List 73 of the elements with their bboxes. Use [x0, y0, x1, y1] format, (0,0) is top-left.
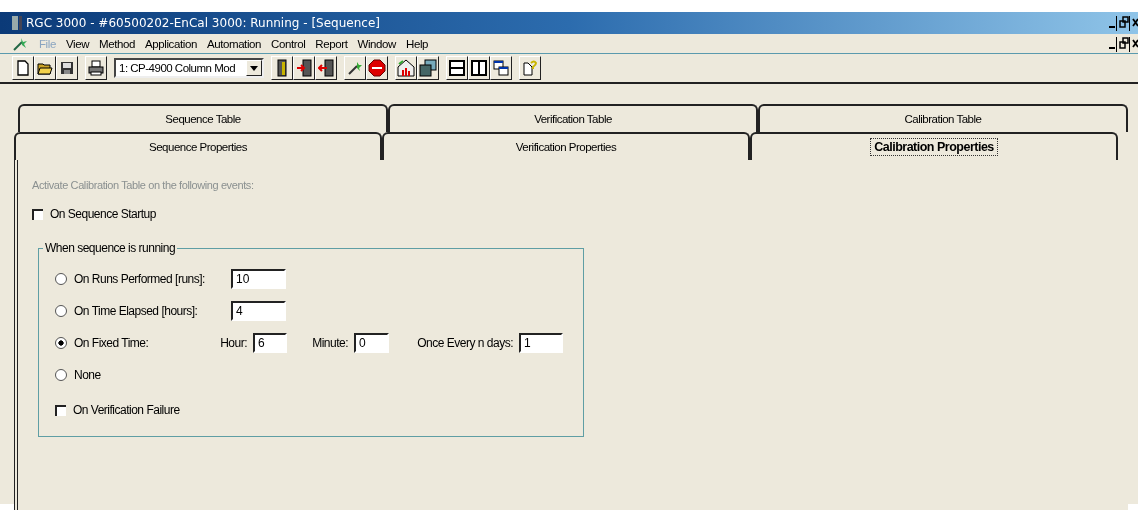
dropdown-arrow-icon [250, 65, 258, 71]
split-vertical-icon [471, 60, 487, 76]
radio-button[interactable] [55, 369, 67, 381]
split-vertical-button[interactable] [468, 56, 490, 80]
option-label: On Runs Performed [runs]: [74, 272, 206, 286]
tab[interactable]: Verification Table [388, 104, 758, 132]
building-chart-button[interactable] [395, 56, 417, 80]
cabinet-button[interactable] [417, 56, 439, 80]
door-enter-button[interactable] [293, 56, 315, 80]
input-field[interactable]: 1 [519, 333, 563, 353]
field-label: Minute: [311, 336, 349, 350]
tab[interactable]: Verification Properties [382, 132, 750, 160]
split-horizontal-button[interactable] [446, 56, 468, 80]
document-icon [16, 60, 30, 76]
new-document-button[interactable] [12, 56, 34, 80]
help-pointer-button[interactable] [519, 56, 541, 80]
door-icon [275, 59, 289, 77]
print-button[interactable] [85, 56, 107, 80]
field-label: Hour: [219, 336, 248, 350]
menu-item[interactable]: Control [266, 37, 311, 50]
restore-icon[interactable] [1119, 15, 1130, 31]
minimize-icon[interactable] [1108, 35, 1117, 52]
wand-icon [347, 60, 363, 76]
menu-item[interactable]: Help [401, 37, 434, 50]
checkbox[interactable] [32, 208, 43, 220]
radio-button[interactable] [55, 305, 67, 317]
door-arrow-icon [318, 59, 334, 77]
help-document-icon [522, 59, 538, 77]
verification-checkbox[interactable]: On Verification Failure [55, 403, 180, 417]
stop-sign-button[interactable] [366, 56, 388, 80]
app-icon [12, 15, 24, 31]
method-dropdown[interactable]: 1: CP-4900 Column Mod [114, 58, 264, 78]
radio-button[interactable] [55, 337, 67, 349]
cascade-windows-icon [493, 60, 509, 76]
tab[interactable]: Sequence Properties [14, 132, 382, 160]
tab[interactable]: Calibration Table [758, 104, 1128, 132]
menu-item[interactable]: View [60, 37, 95, 50]
window-title: RGC 3000 - #60500202-EnCal 3000: Running - [Sequence] [26, 16, 380, 30]
group-legend: When sequence is running [43, 241, 178, 255]
startup-checkbox[interactable]: On Sequence Startup [32, 207, 156, 221]
menu-item[interactable]: Method [94, 37, 141, 50]
save-button[interactable] [56, 56, 78, 80]
menu-item[interactable]: Automation [201, 37, 267, 50]
tab[interactable]: Sequence Table [18, 104, 388, 132]
open-folder-button[interactable] [34, 56, 56, 80]
stop-sign-icon [368, 59, 386, 77]
minimize-icon[interactable] [1108, 15, 1117, 31]
stacked-boxes-icon [419, 59, 437, 77]
folder-icon [37, 60, 53, 76]
field-label: Once Every n days: [416, 336, 514, 350]
input-field[interactable]: 0 [354, 333, 389, 353]
input-field[interactable]: 6 [253, 333, 287, 353]
door-exit-button[interactable] [315, 56, 337, 80]
instruction-text: Activate Calibration Table on the following events: [32, 179, 254, 191]
door-button[interactable] [271, 56, 293, 80]
menu-item[interactable]: Application [140, 37, 202, 50]
cascade-windows-button[interactable] [490, 56, 512, 80]
menu-item[interactable]: Report [310, 37, 353, 50]
input-field[interactable]: 4 [231, 301, 286, 321]
restore-icon[interactable] [1119, 35, 1130, 52]
option-label: None [74, 368, 101, 382]
door-arrow-icon [296, 59, 312, 77]
house-chart-icon [397, 59, 415, 77]
wand-button[interactable] [344, 56, 366, 80]
option-label: On Fixed Time: [74, 336, 150, 350]
checkbox[interactable] [55, 404, 66, 416]
menu-item[interactable]: Window [352, 37, 401, 50]
tab[interactable]: Calibration Properties [750, 132, 1118, 160]
option-label: On Time Elapsed [hours]: [74, 304, 199, 318]
input-field[interactable]: 10 [231, 269, 286, 289]
printer-icon [88, 60, 104, 76]
radio-button[interactable] [55, 273, 67, 285]
split-horizontal-icon [449, 60, 465, 76]
